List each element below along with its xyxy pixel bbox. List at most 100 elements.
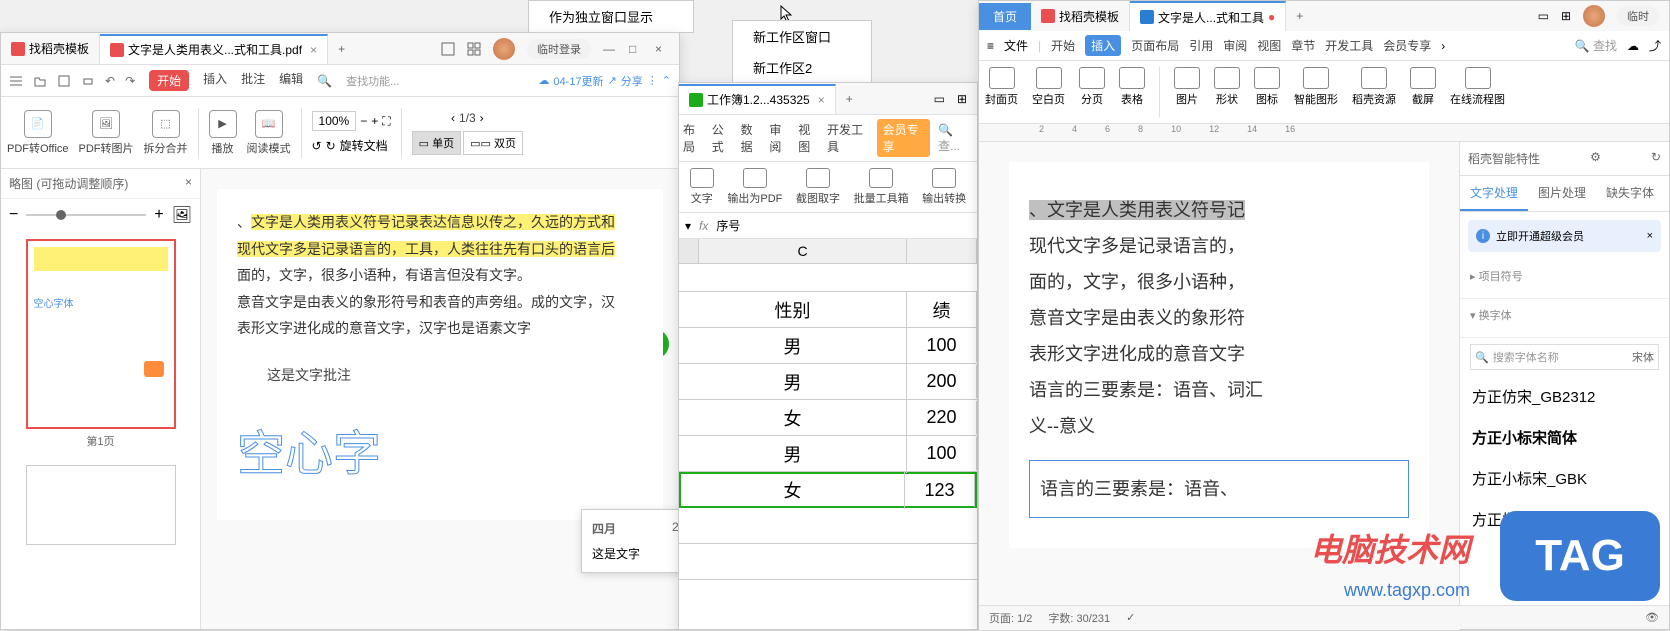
avatar[interactable]	[1583, 5, 1605, 27]
page-indicator[interactable]: 1/3	[459, 111, 476, 125]
close-icon[interactable]: ×	[818, 93, 825, 107]
maximize-button[interactable]: □	[629, 42, 643, 56]
save-icon[interactable]	[57, 74, 71, 88]
more-icon[interactable]: ⋮	[647, 74, 658, 87]
menu-layout[interactable]: 布局	[683, 121, 704, 155]
single-page-button[interactable]: ▭ 单页	[412, 131, 461, 155]
side-tab-image[interactable]: 图片处理	[1528, 176, 1596, 211]
ocr-tool[interactable]: 截图取字	[796, 168, 840, 206]
shape-button[interactable]: 形状	[1214, 67, 1240, 117]
login-button[interactable]: 临时登录	[527, 39, 591, 59]
split-merge-button[interactable]: ⬚拆分合并	[144, 110, 188, 156]
menu-start[interactable]: 开始	[149, 70, 189, 91]
table-row[interactable]: 女220	[679, 400, 977, 436]
ctx-item-newws2[interactable]: 新工作区2	[733, 52, 871, 83]
pdf-to-office-button[interactable]: 📄PDF转Office	[7, 110, 69, 156]
page-break-button[interactable]: 分页	[1079, 67, 1105, 117]
picture-button[interactable]: 图片	[1174, 67, 1200, 117]
undo-icon[interactable]: ↶	[105, 74, 115, 88]
view-icon[interactable]: 👁	[1645, 611, 1659, 624]
image-icon[interactable]: 🖼	[172, 205, 192, 225]
fit-icon[interactable]: ⛶	[382, 114, 390, 129]
menu-data[interactable]: 数据	[741, 121, 762, 155]
prev-page-icon[interactable]: ‹	[451, 111, 455, 125]
menu-review[interactable]: 审阅	[769, 121, 790, 155]
play-button[interactable]: ▶播放	[209, 110, 237, 156]
menu-edit[interactable]: 编辑	[279, 70, 303, 91]
spellcheck-icon[interactable]: ✓	[1126, 611, 1135, 624]
layout-icon[interactable]: ▭	[934, 92, 945, 106]
cell[interactable]: 200	[907, 365, 977, 398]
next-page-icon[interactable]: ›	[480, 111, 484, 125]
refresh-icon[interactable]: ↻	[1651, 150, 1661, 167]
status-page[interactable]: 页面: 1/2	[989, 610, 1032, 626]
name-box-icon[interactable]: ▾	[685, 219, 691, 233]
chevron-icon[interactable]: ›	[1441, 39, 1445, 53]
zoom-in-icon[interactable]: +	[154, 206, 163, 224]
vip-banner[interactable]: i 立即开通超级会员 ×	[1468, 220, 1661, 252]
font-search-input[interactable]: 🔍 搜索字体名称 宋体	[1470, 344, 1659, 370]
cell[interactable]: 女	[679, 399, 907, 437]
blank-page-button[interactable]: 空白页	[1032, 67, 1065, 117]
table-row[interactable]: 男100	[679, 328, 977, 364]
cell[interactable]: 男	[679, 363, 907, 401]
menu-ref[interactable]: 引用	[1189, 37, 1213, 54]
thumbnail-page-1[interactable]: 空心字体 第1页	[26, 239, 176, 449]
doc-page[interactable]: 、文字是人类用表义符号记 现代文字多是记录语言的， 面的，文字，很多小语种， 意…	[1009, 162, 1429, 548]
search-icon[interactable]: 🔍	[317, 74, 332, 88]
status-words[interactable]: 字数: 30/231	[1048, 610, 1110, 626]
menu-review[interactable]: 审阅	[1223, 37, 1247, 54]
cell[interactable]: 220	[907, 401, 977, 434]
new-tab-button[interactable]: +	[836, 92, 863, 106]
close-button[interactable]: ×	[655, 42, 669, 56]
rotate-left-icon[interactable]: ↺	[312, 139, 322, 153]
formula-input[interactable]: 序号	[716, 217, 740, 234]
grid-icon[interactable]: ⊞	[957, 92, 967, 106]
menu-start[interactable]: 开始	[1051, 37, 1075, 54]
cloud-icon[interactable]: ☁	[1627, 39, 1639, 53]
login-button[interactable]: 临时	[1617, 6, 1659, 26]
convert-tool[interactable]: 输出转换	[922, 168, 966, 206]
ctx-item-standalone[interactable]: 作为独立窗口显示	[529, 1, 693, 32]
export-pdf-tool[interactable]: 输出为PDF	[727, 168, 782, 206]
vip-tab[interactable]: 会员专享	[877, 119, 931, 157]
side-tab-text[interactable]: 文字处理	[1460, 176, 1528, 211]
table-row[interactable]: 女123	[679, 472, 977, 508]
cover-button[interactable]: 封面页	[985, 67, 1018, 117]
xls-search[interactable]: 🔍 查...	[938, 123, 973, 154]
selected-text[interactable]: 、文字是人类用表义符号记	[1029, 200, 1245, 220]
font-default-button[interactable]: 宋体	[1632, 349, 1654, 365]
table-header-row[interactable]: 性别 绩	[679, 292, 977, 328]
share-icon[interactable]: ↗	[608, 74, 617, 87]
open-icon[interactable]	[33, 74, 47, 88]
file-menu[interactable]: 文件	[1004, 37, 1028, 54]
menu-chapter[interactable]: 章节	[1291, 37, 1315, 54]
gear-icon[interactable]: ⚙	[1590, 150, 1601, 167]
tab-home[interactable]: 首页	[979, 3, 1031, 30]
read-mode-button[interactable]: 📖阅读模式	[247, 110, 291, 156]
ctx-item-newws[interactable]: 新工作区窗口	[733, 21, 871, 52]
tab-template[interactable]: 找稻壳模板	[1031, 1, 1130, 31]
batch-tool[interactable]: 批量工具箱	[854, 168, 909, 206]
font-option[interactable]: 方正小标宋简体	[1460, 417, 1669, 458]
minimize-button[interactable]: —	[603, 42, 617, 56]
menu-insert[interactable]: 插入	[203, 70, 227, 91]
zoom-out-icon[interactable]: −	[360, 114, 367, 128]
docer-res-button[interactable]: 稻壳资源	[1352, 67, 1396, 117]
side-tab-fonts[interactable]: 缺失字体	[1596, 176, 1664, 211]
col-header-c[interactable]: C	[699, 239, 907, 263]
tab-template[interactable]: 找稻壳模板	[1, 34, 100, 64]
zoom-value[interactable]: 100%	[312, 111, 357, 131]
tab-pdf-doc[interactable]: 文字是人类用表义...式和工具.pdf ×	[100, 34, 328, 64]
menu-icon[interactable]	[9, 74, 23, 88]
zoom-out-icon[interactable]: −	[9, 206, 18, 224]
fx-icon[interactable]: fx	[699, 219, 708, 233]
smartart-button[interactable]: 智能图形	[1294, 67, 1338, 117]
ruler[interactable]: 246810121416	[979, 124, 1669, 142]
corner-cell[interactable]	[679, 239, 699, 263]
double-page-button[interactable]: ▭▭ 双页	[463, 131, 523, 155]
menu-insert[interactable]: 插入	[1085, 35, 1121, 56]
table-row[interactable]: 男100	[679, 436, 977, 472]
share-label[interactable]: 分享	[621, 73, 643, 89]
flowchart-button[interactable]: 在线流程图	[1450, 67, 1505, 117]
